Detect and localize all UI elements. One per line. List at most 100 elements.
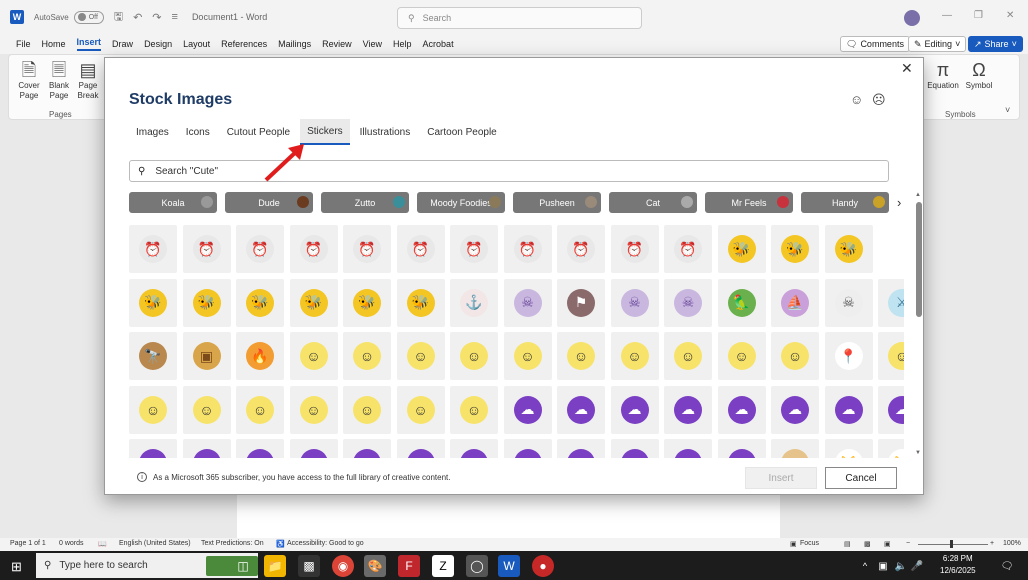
sticker-purple-blob[interactable]: ☁ (236, 439, 284, 458)
sticker-lemon[interactable]: ☺ (343, 332, 391, 380)
tab-cartoon-people[interactable]: Cartoon People (420, 119, 504, 145)
word-count[interactable]: 0 words (59, 540, 84, 547)
chip-dude[interactable]: Dude (225, 192, 313, 213)
sticker-purple-blob[interactable]: ☁ (503, 439, 552, 458)
sticker-alarm-clock[interactable]: ⏰ (450, 225, 498, 273)
zoom-in-icon[interactable]: + (990, 540, 994, 547)
sticker-purple-blob[interactable]: ☁ (503, 385, 552, 434)
paint-icon[interactable]: 🎨 (364, 555, 386, 577)
tab-draw[interactable]: Draw (112, 39, 133, 49)
tab-acrobat[interactable]: Acrobat (423, 39, 454, 49)
word-taskbar-icon[interactable]: W (498, 555, 520, 577)
sticker-purple-blob[interactable]: ☁ (717, 385, 766, 434)
taskbar-search[interactable]: ⚲ Type here to search (36, 553, 258, 578)
window-close-icon[interactable]: ✕ (1006, 10, 1014, 21)
title-search-box[interactable]: ⚲ Search (397, 7, 642, 29)
zoom-slider-thumb[interactable] (950, 540, 953, 548)
comments-button[interactable]: 🗨 Comments (840, 36, 910, 52)
cancel-button[interactable]: Cancel (825, 467, 897, 489)
chip-pusheen[interactable]: Pusheen (513, 192, 601, 213)
read-mode-icon[interactable]: ▤ (844, 540, 851, 548)
print-layout-icon[interactable]: ▩ (864, 540, 871, 548)
sticker-lemon[interactable]: ☺ (450, 385, 498, 434)
sticker-lemon[interactable]: ☺ (610, 332, 659, 380)
sticker-alarm-clock[interactable]: ⏰ (236, 225, 284, 273)
sticker-alarm-clock[interactable]: ⏰ (503, 225, 552, 273)
undo-icon[interactable]: ↶ (133, 11, 142, 24)
sticker-bee[interactable]: 🐝 (129, 278, 177, 327)
sticker-sword[interactable]: ⚔ (878, 278, 904, 327)
chrome-icon[interactable]: ◉ (332, 555, 354, 577)
sticker-purple-blob[interactable]: ☁ (343, 439, 391, 458)
share-button[interactable]: ↗ Share ˅ (968, 36, 1023, 52)
sticker-alarm-clock[interactable]: ⏰ (610, 225, 659, 273)
language[interactable]: English (United States) (119, 540, 191, 547)
sticker-bee[interactable]: 🐝 (236, 278, 284, 327)
chip-cat[interactable]: Cat (609, 192, 697, 213)
chip-mr-feels[interactable]: Mr Feels (705, 192, 793, 213)
sticker-pirate[interactable]: ☠ (503, 278, 552, 327)
sticker-alarm-clock[interactable]: ⏰ (664, 225, 712, 273)
scroll-up-icon[interactable]: ▲ (915, 192, 921, 198)
terminal-icon[interactable]: ▩ (298, 555, 320, 577)
sticker-alarm-clock[interactable]: ⏰ (182, 225, 231, 273)
sticker-bee[interactable]: 🐝 (717, 225, 766, 273)
sticker-lemon[interactable]: ☺ (717, 332, 766, 380)
tab-images[interactable]: Images (129, 119, 176, 145)
sticker-bee[interactable]: 🐝 (771, 225, 819, 273)
redo-icon[interactable]: ↷ (152, 11, 161, 24)
sticker-alarm-clock[interactable]: ⏰ (343, 225, 391, 273)
page-count[interactable]: Page 1 of 1 (10, 540, 46, 547)
sticker-alarm-clock[interactable]: ⏰ (129, 225, 177, 273)
sticker-lemon[interactable]: ☺ (771, 332, 819, 380)
scroll-down-icon[interactable]: ▼ (915, 450, 921, 456)
sticker-purple-blob[interactable]: ☁ (878, 385, 904, 434)
recorder-icon[interactable]: ● (532, 555, 554, 577)
tab-review[interactable]: Review (322, 39, 352, 49)
sticker-lemon[interactable]: ☺ (182, 385, 231, 434)
sticker-purple-blob[interactable]: ☁ (557, 385, 605, 434)
sticker-lemon[interactable]: ☺ (664, 332, 712, 380)
smile-feedback-icon[interactable]: ☺ (850, 92, 863, 107)
sticker-lemon[interactable]: ☺ (289, 332, 338, 380)
sticker-pirate[interactable]: ☠ (610, 278, 659, 327)
sticker-skull[interactable]: ☠ (824, 278, 873, 327)
restore-icon[interactable]: ❐ (974, 10, 983, 21)
sticker-purple-blob[interactable]: ☁ (664, 439, 712, 458)
tab-icons[interactable]: Icons (179, 119, 217, 145)
sticker-purple-blob[interactable]: ☁ (771, 385, 819, 434)
sticker-bee[interactable]: 🐝 (396, 278, 445, 327)
sticker-lemon[interactable]: ☺ (396, 385, 445, 434)
sticker-alarm-clock[interactable]: ⏰ (557, 225, 605, 273)
sticker-bee[interactable]: 🐝 (289, 278, 338, 327)
grid-scrollbar[interactable]: ▲ ▼ (915, 192, 923, 458)
sticker-lemon[interactable]: ☺ (343, 385, 391, 434)
filezilla-icon[interactable]: F (398, 555, 420, 577)
chip-moody-foodies[interactable]: Moody Foodies (417, 192, 505, 213)
save-icon[interactable]: 🖫 (114, 8, 123, 27)
sticker-lemon[interactable]: ☺ (503, 332, 552, 380)
cover-page-button[interactable]: 🗎 Cover Page (15, 59, 43, 101)
chip-handy[interactable]: Handy (801, 192, 889, 213)
zotero-icon[interactable]: Z (432, 555, 454, 577)
task-view-icon[interactable]: ◫ (232, 555, 254, 577)
sticker-bee[interactable]: 🐝 (182, 278, 231, 327)
sticker-parrot[interactable]: 🦜 (717, 278, 766, 327)
autosave-toggle[interactable]: Off (73, 10, 104, 24)
sticker-purple-blob[interactable]: ☁ (610, 439, 659, 458)
avatar[interactable] (904, 10, 920, 26)
sticker-bee[interactable]: 🐝 (343, 278, 391, 327)
text-predictions[interactable]: Text Predictions: On (201, 540, 264, 547)
sticker-alarm-clock[interactable]: ⏰ (396, 225, 445, 273)
symbol-button[interactable]: Ω Symbol (961, 59, 997, 91)
sticker-lemon[interactable]: ☺ (289, 385, 338, 434)
chevron-right-icon[interactable]: › (897, 195, 901, 210)
sticker-purple-blob[interactable]: ☁ (610, 385, 659, 434)
sticker-pirate[interactable]: ☠ (664, 278, 712, 327)
chip-zutto[interactable]: Zutto (321, 192, 409, 213)
tab-illustrations[interactable]: Illustrations (353, 119, 418, 145)
insert-button[interactable]: Insert (745, 467, 817, 489)
sticker-lemon[interactable]: ☺ (878, 332, 904, 380)
minimize-icon[interactable]: — (942, 10, 952, 21)
proofing-icon[interactable]: 📖 (98, 540, 107, 548)
